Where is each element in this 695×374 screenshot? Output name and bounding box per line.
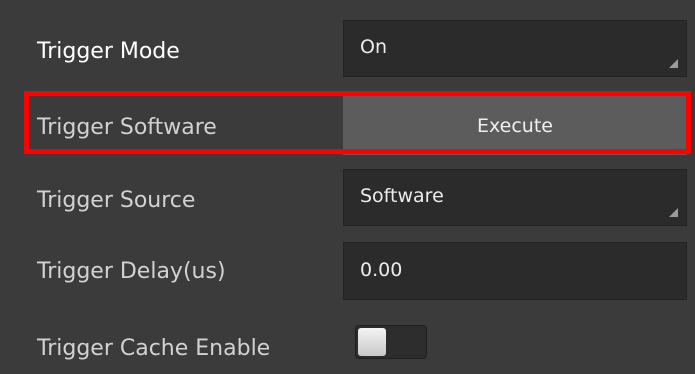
trigger-cache-enable-toggle[interactable] <box>355 325 427 359</box>
trigger-cache-enable-label: Trigger Cache Enable <box>37 336 271 361</box>
row-trigger-delay: Trigger Delay(us) 0.00 <box>0 242 695 312</box>
dropdown-corner-icon <box>669 59 678 68</box>
trigger-delay-input[interactable]: 0.00 <box>343 242 687 300</box>
trigger-mode-label: Trigger Mode <box>37 39 180 64</box>
dropdown-corner-icon <box>669 208 678 217</box>
row-trigger-source: Trigger Source Software <box>0 162 695 242</box>
row-trigger-cache-enable: Trigger Cache Enable <box>0 312 695 374</box>
trigger-source-select[interactable]: Software <box>343 169 687 226</box>
row-trigger-mode: Trigger Mode On <box>0 0 695 86</box>
toggle-knob <box>358 328 386 356</box>
trigger-source-value: Software <box>360 185 444 207</box>
trigger-mode-select[interactable]: On <box>343 20 687 77</box>
trigger-source-label: Trigger Source <box>37 188 196 213</box>
execute-button[interactable]: Execute <box>343 96 687 155</box>
trigger-mode-value: On <box>360 36 387 58</box>
properties-panel: Trigger Mode On Trigger Software Execute… <box>0 0 695 374</box>
trigger-delay-value: 0.00 <box>360 259 403 281</box>
trigger-delay-label: Trigger Delay(us) <box>37 259 226 284</box>
trigger-software-label: Trigger Software <box>37 115 217 140</box>
